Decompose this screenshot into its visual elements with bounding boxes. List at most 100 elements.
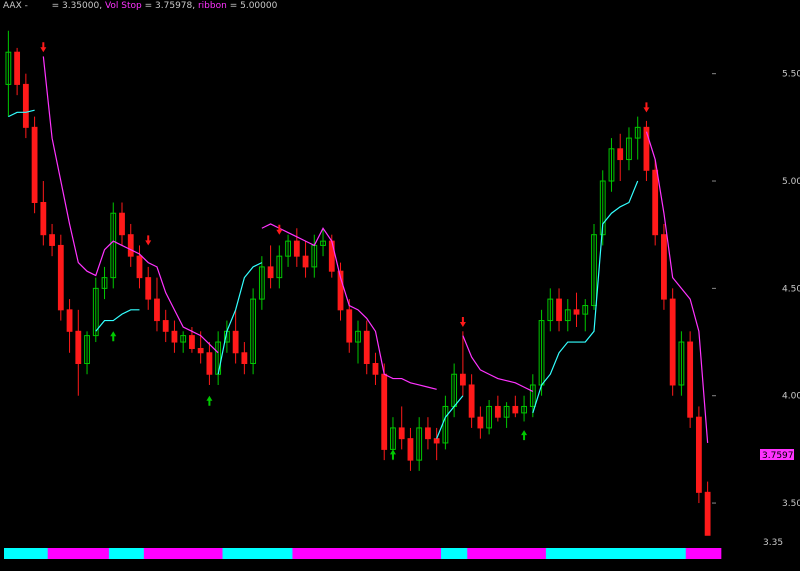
candle [704,481,711,536]
candle [643,120,650,182]
ribbon-segment [266,548,276,559]
candle-body [162,320,169,332]
buy-arrow-icon [206,395,213,406]
candle-body [136,255,143,279]
ribbon-segment [650,548,661,559]
ribbon-segment [170,548,180,559]
candle-body [381,373,388,450]
price-chart[interactable]: 5.50 5.00 4.50 4.00 3.50 3.75978 3.35 [0,0,800,571]
ribbon-segment [108,548,119,559]
candle-body [197,347,204,354]
candle [626,127,632,171]
candle-body [617,148,624,161]
ribbon-segment [642,548,652,559]
candle-body [127,234,134,257]
candle-body [232,330,239,354]
sell-arrow-icon [459,317,466,328]
candle-body [66,309,73,332]
candle [92,277,99,343]
ribbon-segment [178,548,189,559]
candle [57,234,64,321]
candle [494,395,501,422]
candle [599,170,606,246]
ribbon-segment [703,548,713,559]
candle [14,47,21,96]
candle [66,299,73,353]
y-tick-label: 5.00 [782,177,800,187]
candle [398,406,405,450]
y-tick-label: 4.50 [782,284,800,294]
ribbon-segment [607,548,617,559]
ribbon-segment [502,548,512,559]
volstop-lower-line [532,180,639,414]
candle-body [267,266,274,279]
candle-body [119,212,125,236]
ribbon-segment [135,548,145,559]
ribbon-segment [537,548,547,559]
candle [477,406,484,439]
candle [49,223,55,257]
candle-body [494,405,501,418]
ribbon-segment [476,548,486,559]
ribbon-segment [563,548,573,559]
candle [145,266,152,310]
candle [608,138,615,192]
candle [346,299,353,353]
ribbon-segment [633,548,643,559]
candle [564,299,571,332]
candle [591,223,597,310]
ribbon-segment [117,548,127,559]
ribbon-segment [362,548,372,559]
sell-arrow-icon [145,235,152,246]
price-axis[interactable]: 5.50 5.00 4.50 4.00 3.50 [712,70,800,509]
ribbon-segment [143,548,154,559]
candle [433,427,440,461]
candle-body [189,335,195,349]
last-price-label: 3.35 [763,538,783,548]
candle [241,342,248,375]
candle [162,309,169,343]
ribbon-segment [467,548,477,559]
candle-body [704,491,711,536]
candle [267,245,274,289]
candle-body [171,330,178,343]
candle [556,288,562,332]
candle [215,331,222,385]
candle [695,406,702,504]
candle [678,331,685,396]
ribbon-segment [82,548,93,559]
ribbon-segment [554,548,565,559]
volstop-lower-line [95,309,140,332]
candle-body [669,298,676,386]
ribbon-segment [545,548,556,559]
candle [407,427,414,471]
candle-body [433,438,440,444]
candle [40,181,47,246]
ribbon-segment [344,548,355,559]
ribbon-segment [528,548,538,559]
ribbon-segment [519,548,530,559]
sell-arrow-icon [643,102,650,113]
y-tick-label: 5.50 [782,70,800,80]
ribbon-segment [187,548,197,559]
candle-body [512,405,519,414]
candle-body [398,427,405,440]
ribbon-segment [257,548,267,559]
ribbon-segment [91,548,101,559]
candle [119,202,125,246]
buy-arrow-icon [110,331,117,342]
sell-arrow-icon [40,42,47,53]
candle-body [661,234,667,300]
ribbon-segment [615,548,626,559]
ribbon-segment [423,548,433,559]
candle [425,417,431,450]
candles-layer [5,30,711,536]
y-tick-label: 3.50 [782,499,800,509]
ribbon-segment [56,548,66,559]
ribbon-segment [205,548,215,559]
buy-arrow-icon [389,449,396,460]
ribbon-segment [406,548,416,559]
ribbon-segment [196,548,206,559]
ribbon-segment [379,548,390,559]
candle [486,400,493,435]
